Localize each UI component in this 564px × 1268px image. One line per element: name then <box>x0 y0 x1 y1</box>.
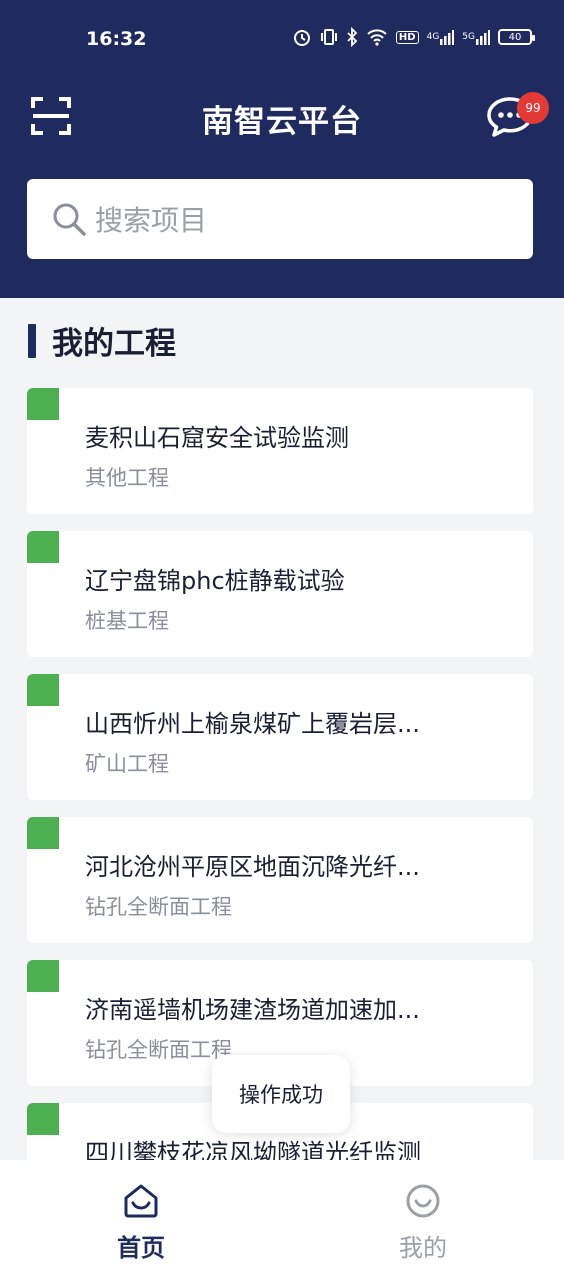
project-name: 河北沧州平原区地面沉降光纤... <box>85 853 420 881</box>
project-name: 济南遥墙机场建渣场道加速加... <box>85 996 420 1024</box>
smile-icon <box>406 1184 440 1218</box>
home-icon <box>124 1184 158 1218</box>
search-placeholder: 搜索项目 <box>95 204 208 237</box>
vibrate-icon <box>320 27 338 47</box>
project-type: 桩基工程 <box>85 609 169 633</box>
project-marker <box>27 1103 59 1135</box>
status-bar: 16:32 HD 4G 5G 40 <box>0 0 564 80</box>
status-time: 16:32 <box>86 28 147 50</box>
wifi-icon <box>366 28 388 46</box>
status-icons: HD 4G 5G 40 <box>292 27 535 47</box>
alarm-icon <box>292 27 312 47</box>
signal-4g-label: 4G <box>426 32 440 42</box>
section-header: 我的工程 <box>28 318 176 363</box>
battery-level: 40 <box>508 31 522 43</box>
app-header: 16:32 HD 4G 5G 40 南智云平台 99 搜索项目 <box>0 0 564 298</box>
section-accent-bar <box>28 323 36 358</box>
project-name: 麦积山石窟安全试验监测 <box>85 424 349 452</box>
project-name: 山西忻州上榆泉煤矿上覆岩层... <box>85 710 420 738</box>
project-card[interactable]: 麦积山石窟安全试验监测 其他工程 <box>27 388 533 514</box>
nav-home[interactable]: 首页 <box>0 1160 282 1268</box>
project-type: 其他工程 <box>85 466 169 490</box>
project-marker <box>27 674 59 706</box>
project-type: 钻孔全断面工程 <box>85 1038 232 1062</box>
signal-5g-icon: 5G <box>462 29 490 45</box>
project-marker <box>27 960 59 992</box>
battery-icon: 40 <box>498 29 535 45</box>
project-marker <box>27 388 59 420</box>
project-marker <box>27 531 59 563</box>
project-marker <box>27 817 59 849</box>
notification-badge: 99 <box>517 92 549 124</box>
toast-message: 操作成功 <box>212 1055 350 1133</box>
page-title: 南智云平台 <box>202 104 362 140</box>
project-name: 辽宁盘锦phc桩静载试验 <box>85 567 345 595</box>
search-icon <box>53 203 86 236</box>
project-type: 钻孔全断面工程 <box>85 895 232 919</box>
nav-mine[interactable]: 我的 <box>282 1160 564 1268</box>
signal-5g-label: 5G <box>462 32 475 42</box>
project-card[interactable]: 辽宁盘锦phc桩静载试验 桩基工程 <box>27 531 533 657</box>
nav-home-label: 首页 <box>117 1234 165 1262</box>
section-title: 我的工程 <box>52 326 176 362</box>
signal-4g-icon: 4G <box>427 29 455 45</box>
bottom-nav: 首页 我的 <box>0 1160 564 1268</box>
project-card[interactable]: 山西忻州上榆泉煤矿上覆岩层... 矿山工程 <box>27 674 533 800</box>
project-card[interactable]: 河北沧州平原区地面沉降光纤... 钻孔全断面工程 <box>27 817 533 943</box>
search-bar[interactable]: 搜索项目 <box>27 179 533 259</box>
hd-icon: HD <box>395 30 419 44</box>
bluetooth-icon <box>346 27 358 47</box>
project-type: 矿山工程 <box>85 752 169 776</box>
nav-mine-label: 我的 <box>399 1234 447 1262</box>
